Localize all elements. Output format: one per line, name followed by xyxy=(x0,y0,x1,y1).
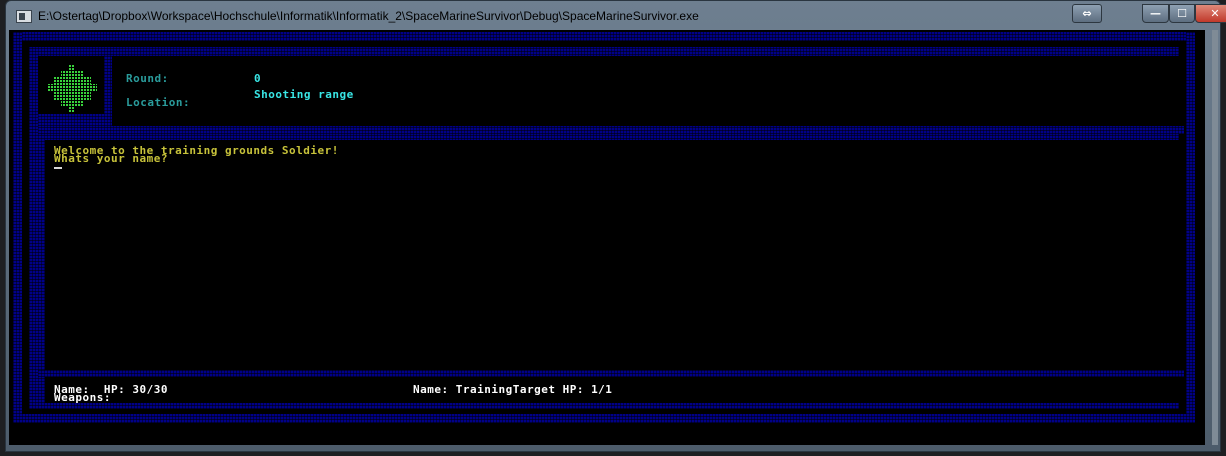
round-value: 0 xyxy=(254,72,262,85)
outer-frame-bottom xyxy=(13,414,1195,423)
header-main-separator xyxy=(38,126,1184,134)
text-cursor xyxy=(54,167,62,169)
console-area[interactable]: Round: 0 Location: Shooting range Welcom… xyxy=(9,30,1205,445)
weapons-line: Weapons: xyxy=(54,391,111,404)
outer-frame-top xyxy=(13,32,1195,41)
main-text-panel[interactable] xyxy=(45,140,1181,370)
header-panel xyxy=(38,56,1184,126)
location-label: Location: xyxy=(126,96,191,109)
footer-separator xyxy=(38,370,1184,377)
resize-icon[interactable]: ⇔ xyxy=(1072,4,1102,23)
console-app-icon[interactable] xyxy=(16,10,32,23)
window-title: E:\Ostertag\Dropbox\Workspace\Hochschule… xyxy=(38,9,699,23)
outer-frame-left xyxy=(13,32,22,423)
maximize-button[interactable]: ☐ xyxy=(1169,4,1195,23)
outer-frame-right xyxy=(1186,32,1195,423)
enemy-stats: Name: TrainingTarget HP: 1/1 xyxy=(413,383,613,396)
header-bottom-band xyxy=(38,114,112,126)
footer-panel xyxy=(45,377,1181,403)
location-value: Shooting range xyxy=(254,88,354,101)
pixel-marine-portrait-icon xyxy=(42,62,102,114)
vertical-scrollbar[interactable] xyxy=(1212,30,1218,445)
title-bar[interactable]: E:\Ostertag\Dropbox\Workspace\Hochschule… xyxy=(6,1,1226,31)
round-label: Round: xyxy=(126,72,169,85)
minimize-button[interactable]: — xyxy=(1142,4,1169,23)
console-line: Whats your name? xyxy=(54,152,168,165)
close-button[interactable]: ✕ xyxy=(1195,4,1226,23)
